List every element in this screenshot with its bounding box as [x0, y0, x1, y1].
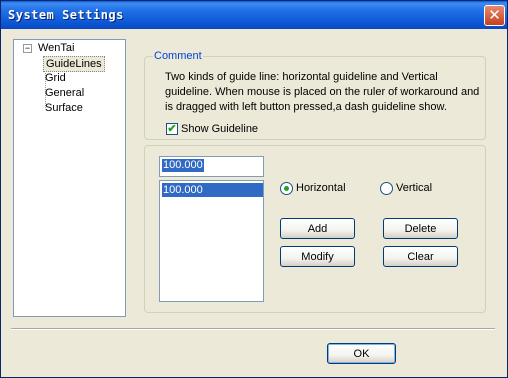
horizontal-radio[interactable] [280, 182, 293, 195]
comment-legend: Comment [153, 50, 203, 62]
vertical-radio[interactable] [380, 182, 393, 195]
show-guideline-label: Show Guideline [181, 123, 259, 135]
checkmark-icon: ✔ [167, 122, 177, 135]
list-item[interactable]: 100.000 [162, 183, 263, 197]
ok-button[interactable]: OK [327, 343, 396, 364]
guides-group: 100.000 100.000 Horizontal Vertical Add … [144, 145, 486, 313]
tree-root-label: WenTai [38, 42, 75, 54]
guide-value-text: 100.000 [162, 159, 204, 172]
horizontal-label: Horizontal [296, 182, 346, 194]
system-settings-window: System Settings ✕ − WenTai GuideLines Gr… [0, 0, 508, 378]
radio-selected-dot [284, 186, 289, 191]
guides-list[interactable]: 100.000 [159, 180, 264, 302]
modify-button[interactable]: Modify [280, 246, 355, 267]
separator-line [11, 328, 495, 330]
title-bar[interactable]: System Settings ✕ [1, 1, 507, 29]
tree-item-grid[interactable]: Grid [43, 71, 68, 85]
tree-item-surface[interactable]: Surface [43, 101, 85, 115]
collapse-icon[interactable]: − [23, 44, 32, 53]
comment-group: Comment Two kinds of guide line: horizon… [144, 50, 486, 140]
tree-item-guidelines[interactable]: GuideLines [43, 56, 105, 72]
dialog-body: − WenTai GuideLines Grid General Surface… [1, 29, 507, 377]
close-button[interactable]: ✕ [484, 5, 505, 26]
comment-text: Two kinds of guide line: horizontal guid… [165, 71, 480, 113]
delete-button[interactable]: Delete [383, 218, 458, 239]
settings-tree[interactable]: − WenTai GuideLines Grid General Surface [13, 39, 126, 317]
guide-value-input[interactable]: 100.000 [159, 156, 264, 177]
vertical-label: Vertical [396, 182, 433, 194]
window-title: System Settings [8, 8, 124, 22]
close-icon: ✕ [488, 6, 501, 24]
add-button[interactable]: Add [280, 218, 355, 239]
tree-item-general[interactable]: General [43, 86, 86, 100]
clear-button[interactable]: Clear [383, 246, 458, 267]
show-guideline-checkbox[interactable]: ✔ [166, 123, 178, 135]
